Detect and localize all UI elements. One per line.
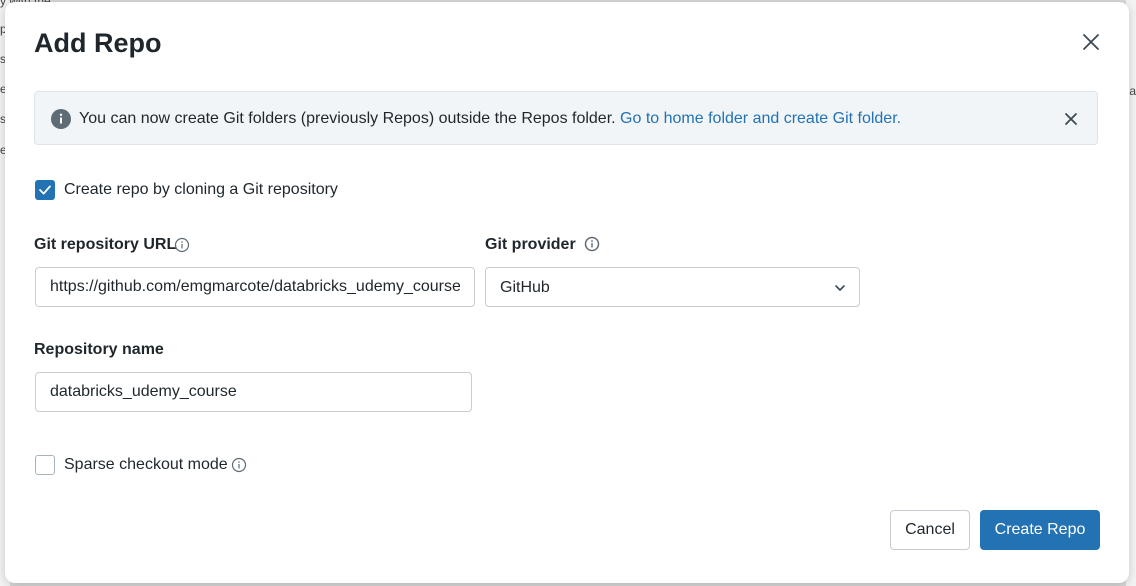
info-icon <box>51 109 71 129</box>
check-icon <box>39 185 51 195</box>
repo-name-input[interactable] <box>35 372 472 412</box>
cancel-button[interactable]: Cancel <box>890 510 970 550</box>
background-text: a <box>1129 84 1136 98</box>
info-banner: You can now create Git folders (previous… <box>34 91 1098 145</box>
git-provider-select[interactable]: GitHub <box>485 267 860 307</box>
git-url-input[interactable] <box>35 267 475 307</box>
banner-message: You can now create Git folders (previous… <box>79 110 901 128</box>
clone-repo-checkbox[interactable] <box>35 180 55 200</box>
help-circle-icon[interactable] <box>174 237 190 253</box>
repo-name-label: Repository name <box>34 341 164 358</box>
add-repo-dialog: Add Repo You can now create Git folders … <box>5 2 1129 583</box>
close-icon[interactable] <box>1063 111 1079 127</box>
sparse-checkout-label: Sparse checkout mode <box>64 456 228 473</box>
git-provider-label: Git provider <box>485 236 576 253</box>
help-circle-icon[interactable] <box>584 236 600 252</box>
banner-text: You can now create Git folders (previous… <box>79 110 616 127</box>
clone-repo-label: Create repo by cloning a Git repository <box>64 181 338 198</box>
help-circle-icon[interactable] <box>231 457 247 473</box>
create-repo-button[interactable]: Create Repo <box>980 510 1100 550</box>
git-url-label: Git repository URL <box>34 236 177 253</box>
chevron-down-icon <box>835 285 845 291</box>
sparse-checkout-checkbox[interactable] <box>35 455 55 475</box>
close-icon[interactable] <box>1079 30 1103 54</box>
dialog-title: Add Repo <box>34 28 162 58</box>
git-provider-value: GitHub <box>500 279 550 296</box>
home-folder-link[interactable]: Go to home folder and create Git folder. <box>620 110 901 127</box>
